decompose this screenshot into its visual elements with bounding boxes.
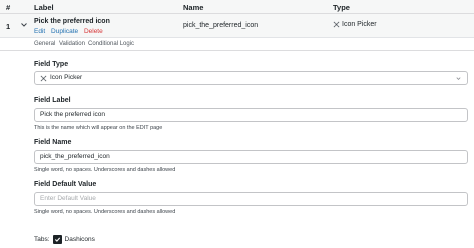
icon-picker-icon [333, 21, 340, 28]
chevron-down-icon[interactable] [19, 20, 29, 30]
field-type-label: Field Type [34, 61, 69, 68]
edit-field-link[interactable]: Edit [34, 28, 45, 35]
delete-field-link[interactable]: Delete [84, 28, 103, 35]
tab-general[interactable]: General [34, 41, 55, 47]
field-order-number: 1 [6, 22, 11, 31]
field-row-type: Icon Picker [333, 21, 377, 28]
dashicons-checkbox[interactable] [52, 235, 62, 244]
order-column-header: # [6, 3, 11, 12]
field-row-type-label: Icon Picker [342, 21, 377, 28]
label-column-header: Label [34, 3, 54, 12]
field-row-actions: Edit Duplicate Delete [34, 28, 107, 35]
duplicate-field-link[interactable]: Duplicate [51, 28, 78, 35]
field-default-label: Field Default Value [34, 181, 97, 188]
chevron-down-icon [456, 77, 461, 80]
field-settings-tabs: General Validation Conditional Logic [0, 38, 474, 51]
field-type-select[interactable]: Icon Picker [34, 71, 468, 85]
tabs-option-row: Tabs: Dashicons [34, 235, 95, 244]
dashicons-option-label[interactable]: Dashicons [65, 236, 95, 243]
tab-conditional-logic[interactable]: Conditional Logic [88, 41, 134, 47]
field-row-name: pick_the_preferred_icon [183, 22, 259, 29]
field-label-help: This is the name which will appear on th… [34, 125, 163, 131]
name-column-header: Name [183, 3, 204, 12]
field-name-help: Single word, no spaces. Underscores and … [34, 167, 176, 173]
field-default-help: Single word, no spaces. Underscores and … [34, 209, 176, 215]
field-row-label[interactable]: Pick the preferred icon [34, 18, 110, 25]
field-type-value: Icon Picker [50, 74, 83, 81]
type-column-header: Type [333, 3, 350, 12]
fields-table-header: # Label Name Type [0, 0, 474, 14]
tab-validation[interactable]: Validation [59, 41, 85, 47]
icon-picker-icon [40, 75, 47, 81]
field-default-input[interactable]: Enter Default Value [34, 192, 468, 206]
field-name-input[interactable]: pick_the_preferred_icon [34, 150, 468, 164]
field-name-label: Field Name [34, 139, 72, 146]
field-label-input[interactable]: Pick the preferred icon [34, 108, 468, 122]
field-label-label: Field Label [34, 97, 71, 104]
field-row[interactable]: 1 Pick the preferred icon Edit Duplicate… [0, 14, 474, 38]
tabs-option-label: Tabs: [34, 236, 50, 243]
checkmark-icon [54, 237, 60, 242]
